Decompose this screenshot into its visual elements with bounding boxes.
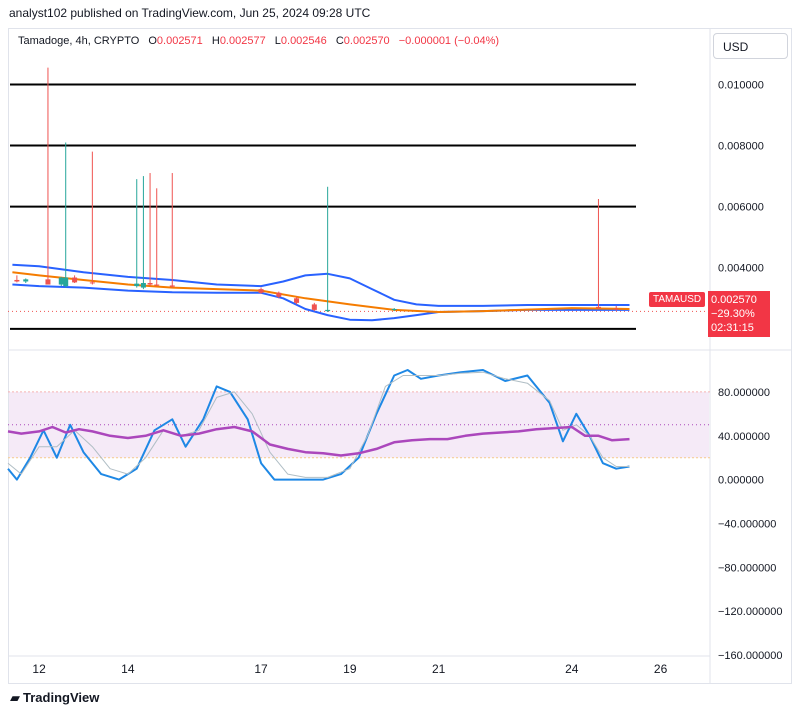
tradingview-mark-icon: ▰: [10, 690, 20, 705]
candle-body: [23, 279, 29, 282]
moving-average-line: [12, 271, 630, 313]
tradingview-logo[interactable]: ▰ TradingView: [10, 690, 99, 706]
oscillator-axis-tick-label: 40.000000: [718, 431, 770, 443]
time-axis-tick-label: 21: [432, 662, 446, 676]
price-axis-tick-label: 0.010000: [718, 79, 764, 91]
candle-body: [14, 279, 20, 282]
candle-body: [134, 283, 140, 287]
time-axis-tick-label: 24: [565, 662, 579, 676]
candle-body: [169, 285, 175, 287]
bollinger-lower-line: [12, 283, 630, 322]
candle-body: [595, 306, 601, 309]
oscillator-axis-tick-label: 80.000000: [718, 387, 770, 399]
candle-body: [63, 277, 69, 287]
time-axis-tick-label: 12: [32, 662, 46, 676]
candle-body: [258, 289, 264, 293]
candle-body: [325, 309, 331, 312]
time-axis-tick-label: 14: [121, 662, 135, 676]
oscillator-axis-tick-label: −160.000000: [718, 650, 783, 662]
candle-body: [45, 279, 51, 285]
time-axis-tick-label: 26: [654, 662, 668, 676]
oscillator-axis-tick-label: −80.000000: [718, 562, 776, 574]
oscillator-axis-tick-label: −120.000000: [718, 606, 783, 618]
candle-body: [147, 283, 153, 285]
brand-name: TradingView: [23, 690, 100, 705]
time-axis-tick-label: 19: [343, 662, 357, 676]
candle-body: [89, 282, 95, 284]
price-axis-tick-label: 0.008000: [718, 141, 764, 153]
candle-body: [154, 284, 160, 286]
price-axis-tick-label: 0.004000: [718, 263, 764, 275]
candle-body: [294, 298, 300, 303]
candle-body: [311, 304, 317, 310]
change-percent: −29.30%: [711, 308, 755, 320]
price-axis-tick-label: 0.006000: [718, 202, 764, 214]
ticker-tag: TAMAUSD: [649, 292, 706, 307]
last-price-box: 0.002570 −29.30% 02:31:15: [708, 291, 770, 337]
candle-body: [276, 292, 282, 297]
bar-countdown: 02:31:15: [711, 322, 754, 334]
oscillator-axis-tick-label: −40.000000: [718, 518, 776, 530]
time-axis-tick-label: 17: [254, 662, 268, 676]
candle-body: [391, 308, 397, 310]
candle-body: [58, 277, 64, 285]
candle-body: [140, 283, 146, 288]
oscillator-axis-tick-label: 0.000000: [718, 475, 764, 487]
candle-body: [613, 308, 619, 310]
chart-canvas[interactable]: 0.010000 0.008000 0.006000 0.004000 80.00000…: [0, 0, 802, 718]
candle-body: [72, 277, 78, 283]
last-price: 0.002570: [711, 294, 757, 306]
